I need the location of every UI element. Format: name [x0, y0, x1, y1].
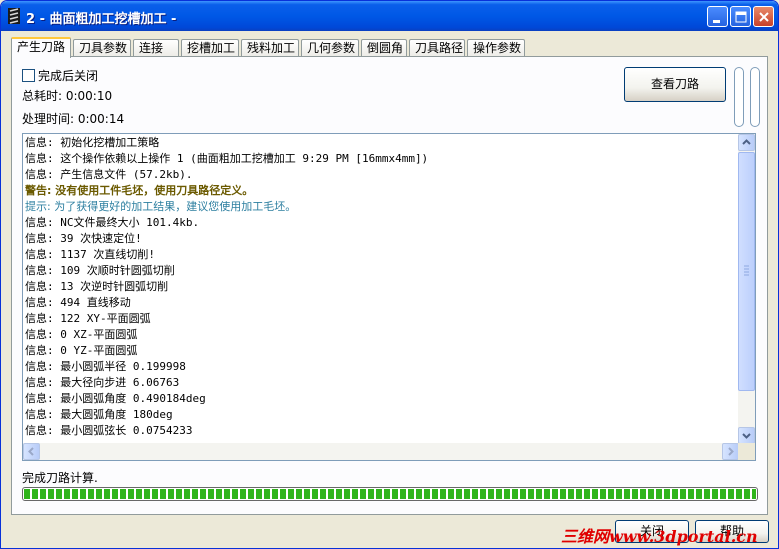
chevron-up-icon	[742, 139, 751, 145]
close-after-complete-label: 完成后关闭	[38, 69, 99, 83]
progress-fill	[24, 489, 756, 499]
log-line: 警告: 没有使用工件毛坯，使用刀具路径定义。	[25, 184, 254, 197]
log-line: 信息: 最大径向步进 6.06763	[25, 376, 180, 389]
log-line: 信息: 1137 次直线切削!	[25, 248, 155, 261]
tab-toolpath[interactable]: 刀具路径	[409, 39, 465, 57]
minimize-icon	[713, 20, 720, 23]
tab-fillet[interactable]: 倒圆角	[361, 39, 407, 57]
log-line: 信息: 产生信息文件 (57.2kb).	[25, 168, 193, 181]
maximize-icon	[735, 11, 747, 23]
maximize-button[interactable]	[730, 6, 751, 27]
tab-panel: 完成后关闭 总耗时: 0:00:10 处理时间: 0:00:14 查看刀路 信息…	[11, 56, 768, 515]
minimize-button[interactable]	[707, 6, 728, 27]
chevron-down-icon	[742, 433, 751, 439]
total-time-label: 总耗时: 0:00:10	[22, 89, 113, 103]
app-icon	[8, 8, 20, 24]
tab-generate-toolpath[interactable]: 产生刀路	[11, 37, 71, 58]
chevron-right-icon	[728, 447, 734, 456]
log-line: 信息: 109 次顺时针圆弧切削	[25, 264, 175, 277]
status-text: 完成刀路计算.	[22, 471, 98, 485]
window-title: 2 - 曲面粗加工挖槽加工 -	[26, 12, 177, 27]
log-line: 信息: 39 次快速定位!	[25, 232, 142, 245]
log-line: 提示: 为了获得更好的加工结果，建议您使用加工毛坯。	[25, 200, 297, 213]
log-line: 信息: 494 直线移动	[25, 296, 131, 309]
close-after-complete-option[interactable]: 完成后关闭	[22, 67, 99, 83]
log-line: 信息: 最小圆弧角度 0.490184deg	[25, 392, 206, 405]
log-line: 信息: 0 XZ-平面圆弧	[25, 328, 138, 341]
title-bar[interactable]: 2 - 曲面粗加工挖槽加工 -	[1, 1, 778, 31]
scroll-thumb[interactable]	[738, 152, 755, 391]
log-lines: 信息: 初始化挖槽加工策略信息: 这个操作依赖以上操作 1 (曲面粗加工挖槽加工…	[25, 135, 737, 445]
log-line: 信息: NC文件最终大小 101.4kb.	[25, 216, 200, 229]
close-after-complete-checkbox[interactable]	[22, 69, 35, 82]
scroll-right-button[interactable]	[722, 443, 739, 460]
tab-pocket[interactable]: 挖槽加工	[181, 39, 239, 57]
scrollbar-corner	[738, 443, 755, 460]
log-line: 信息: 最小圆弧半径 0.199998	[25, 360, 186, 373]
tab-operation-parameters[interactable]: 操作参数	[467, 39, 525, 57]
grip-icon	[744, 265, 749, 276]
log-line: 信息: 这个操作依赖以上操作 1 (曲面粗加工挖槽加工 9:29 PM [16m…	[25, 152, 429, 165]
close-icon	[759, 12, 769, 22]
message-log[interactable]: 信息: 初始化挖槽加工策略信息: 这个操作依赖以上操作 1 (曲面粗加工挖槽加工…	[22, 133, 756, 461]
scroll-down-button[interactable]	[738, 427, 755, 444]
scroll-up-button[interactable]	[738, 134, 755, 151]
log-line: 信息: 最大圆弧角度 180deg	[25, 408, 173, 421]
processing-time-label: 处理时间: 0:00:14	[22, 112, 125, 126]
progress-bar	[22, 487, 758, 501]
log-line: 信息: 初始化挖槽加工策略	[25, 136, 160, 149]
chevron-left-icon	[28, 447, 34, 456]
log-line: 信息: 0 YZ-平面圆弧	[25, 344, 138, 357]
log-line: 信息: 13 次逆时针圆弧切削	[25, 280, 169, 293]
tab-rest-machining[interactable]: 残料加工	[241, 39, 299, 57]
tab-link[interactable]: 连接	[133, 39, 179, 57]
log-line: 信息: 122 XY-平面圆弧	[25, 312, 151, 325]
log-vertical-scrollbar[interactable]	[738, 134, 755, 444]
tab-geometry-parameters[interactable]: 几何参数	[301, 39, 359, 57]
scroll-left-button[interactable]	[23, 443, 40, 460]
dialog-window: 2 - 曲面粗加工挖槽加工 - 产生刀路 刀具参数 连接 挖槽加工 残料加工 几…	[0, 0, 779, 549]
view-toolpath-button[interactable]: 查看刀路	[624, 67, 726, 102]
tab-tool-parameters[interactable]: 刀具参数	[73, 39, 131, 57]
watermark: 三维网www.3dportal.cn	[561, 527, 758, 546]
log-horizontal-scrollbar[interactable]	[23, 443, 739, 460]
splitter-handle-right[interactable]	[750, 67, 760, 127]
log-line: 信息: 最小圆弧弦长 0.0754233	[25, 424, 193, 437]
splitter-handle-left[interactable]	[734, 67, 744, 127]
close-window-button[interactable]	[753, 6, 774, 27]
